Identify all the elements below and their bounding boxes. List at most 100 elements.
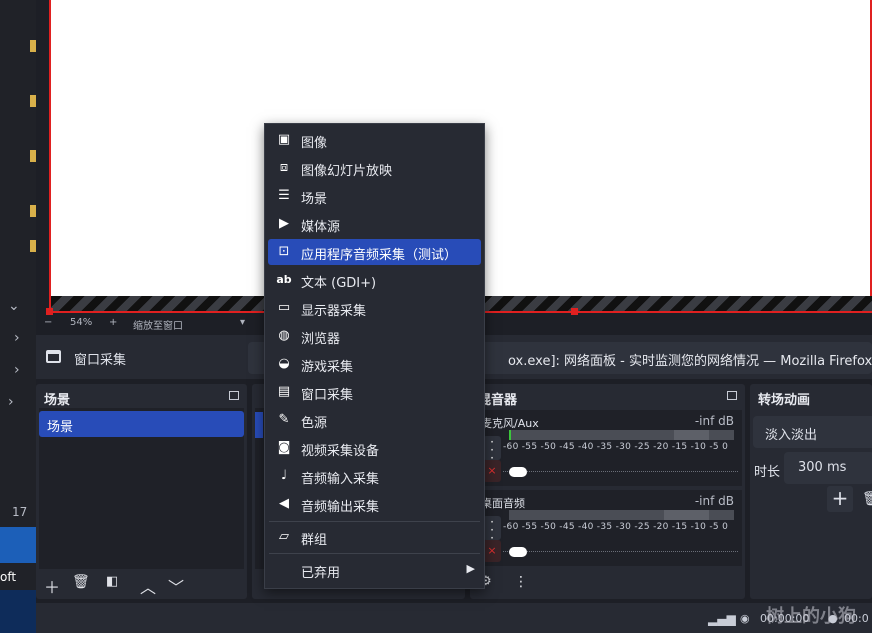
monitor-icon: ▭: [277, 300, 291, 315]
filter-icon[interactable]: ◧: [106, 574, 118, 589]
move-up-button[interactable]: ︿: [140, 574, 156, 598]
chevron-down-icon[interactable]: ▾: [240, 317, 245, 328]
transitions-dock: 转场动画 淡入淡出 时长 300 ms + 🗑: [750, 384, 872, 599]
menu-separator: [269, 521, 480, 522]
undock-icon[interactable]: [727, 391, 737, 400]
menu-item-browser[interactable]: ◍ 浏览器: [268, 323, 481, 349]
more-options-icon[interactable]: ⋮: [514, 574, 528, 590]
track-db: -inf dB: [694, 414, 734, 428]
menu-item-audio-input[interactable]: ♩ 音频输入采集: [268, 463, 481, 489]
scene-list: 场景: [39, 408, 244, 569]
menu-item-media-source[interactable]: ▶ 媒体源: [268, 211, 481, 237]
menu-item-image[interactable]: ▣ 图像: [268, 127, 481, 153]
source-item-selected[interactable]: [255, 412, 263, 438]
window-select-value: ox.exe]: 网络面板 - 实时监测您的网络情况 — Mozilla Fir…: [508, 354, 872, 369]
undock-icon[interactable]: [229, 391, 239, 400]
mixer-track-desktop: 桌面音频 -inf dB -60 -55 -50 -45 -40 -35 -30…: [473, 490, 742, 566]
zoom-in-button[interactable]: +: [109, 317, 117, 328]
transitions-title: 转场动画: [758, 393, 811, 408]
folder-icon: ▱: [279, 529, 289, 544]
status-bar: ▂▄▆ ◉ 00:00:00 ● 00:0: [36, 603, 872, 633]
trash-icon[interactable]: 🗑: [72, 574, 90, 590]
speaker-icon: ◀: [279, 496, 289, 511]
scenes-dock-title: 场景: [36, 384, 247, 408]
source-name: 窗口采集: [74, 353, 127, 368]
volume-slider[interactable]: [509, 467, 734, 477]
scenes-toolbar: ＋ 🗑 ◧ ︿ ﹀: [36, 569, 247, 599]
more-options-icon[interactable]: · · ·: [483, 436, 501, 464]
menu-item-scene[interactable]: ☰ 场景: [268, 183, 481, 209]
scene-item[interactable]: 场景: [39, 411, 244, 437]
chevron-down-icon[interactable]: ⌄: [8, 298, 20, 314]
desktop-left-strip: ⌄ › › › 17 oft: [0, 0, 36, 633]
play-icon: ▶: [279, 216, 289, 231]
menu-item-deprecated[interactable]: 已弃用 ▶: [268, 557, 481, 583]
menu-item-color-source[interactable]: ✎ 色源: [268, 407, 481, 433]
taskbar-app-icon[interactable]: [0, 590, 36, 633]
menu-item-app-audio[interactable]: ⊡ 应用程序音频采集（测试）: [268, 239, 481, 265]
menu-item-audio-output[interactable]: ◀ 音频输出采集: [268, 491, 481, 517]
track-db: -inf dB: [694, 494, 734, 508]
camera-icon: ◙: [277, 440, 291, 455]
menu-item-game-capture[interactable]: ◒ 游戏采集: [268, 351, 481, 377]
slider-knob[interactable]: [509, 467, 527, 477]
mixer-dock: 混音器 麦克风/Aux -inf dB -60 -55 -50 -45 -40 …: [470, 384, 745, 599]
menu-separator: [269, 553, 480, 554]
transition-select[interactable]: 淡入淡出: [753, 416, 872, 448]
volume-meter: [509, 510, 734, 520]
list-icon: ☰: [278, 188, 290, 203]
zoom-mode[interactable]: 缩放至窗口: [133, 317, 183, 332]
window-icon: [46, 350, 61, 363]
signal-icon: ▂▄▆: [708, 612, 736, 626]
app-audio-icon: ⊡: [278, 244, 290, 259]
volume-meter: [509, 430, 734, 440]
volume-slider[interactable]: [509, 547, 734, 557]
mute-icon[interactable]: ×: [483, 540, 501, 562]
move-down-button[interactable]: ﹀: [168, 574, 184, 598]
zoom-out-button[interactable]: −: [44, 317, 52, 328]
scenes-dock: 场景 场景 ＋ 🗑 ◧ ︿ ﹀: [36, 384, 247, 599]
more-options-icon[interactable]: · · ·: [483, 516, 501, 544]
window-icon: ▤: [277, 384, 291, 399]
left-number: 17: [12, 505, 28, 519]
menu-item-group[interactable]: ▱ 群组: [268, 524, 481, 550]
resize-handle[interactable]: [46, 308, 53, 315]
slideshow-icon: ⧈: [279, 160, 289, 175]
microphone-icon: ♩: [280, 468, 288, 483]
record-icon: ◉: [740, 612, 750, 625]
zoom-value: 54%: [70, 317, 93, 328]
menu-item-slideshow[interactable]: ⧈ 图像幻灯片放映: [268, 155, 481, 181]
left-label: oft: [0, 570, 17, 584]
globe-icon: ◍: [278, 328, 290, 343]
trash-icon[interactable]: 🗑: [862, 491, 872, 507]
taskbar-app-icon[interactable]: [0, 527, 36, 563]
menu-item-window-capture[interactable]: ▤ 窗口采集: [268, 379, 481, 405]
track-label: 麦克风/Aux: [481, 417, 539, 430]
mixer-toolbar: ⚙ ⋮: [470, 569, 745, 599]
gamepad-icon: ◒: [278, 356, 290, 371]
image-icon: ▣: [277, 132, 291, 147]
track-label: 桌面音频: [481, 497, 525, 510]
chevron-right-icon: ▶: [466, 562, 475, 575]
meter-ticks: -60 -55 -50 -45 -40 -35 -30 -25 -20 -15 …: [503, 522, 729, 532]
brush-icon: ✎: [278, 412, 290, 427]
text-icon: ab: [276, 273, 292, 286]
scenes-title: 场景: [44, 393, 71, 408]
watermark: 树上的小狗: [766, 606, 856, 627]
add-source-menu: ▣ 图像 ⧈ 图像幻灯片放映 ☰ 场景 ▶ 媒体源 ⊡ 应用程序音频采集（测试） ab 文本…: [264, 123, 485, 589]
chevron-right-icon[interactable]: ›: [14, 362, 20, 378]
slider-knob[interactable]: [509, 547, 527, 557]
add-transition-button[interactable]: +: [827, 486, 853, 512]
menu-item-display-capture[interactable]: ▭ 显示器采集: [268, 295, 481, 321]
mixer-dock-title: 混音器: [470, 384, 745, 408]
menu-item-video-capture[interactable]: ◙ 视频采集设备: [268, 435, 481, 461]
chevron-right-icon[interactable]: ›: [14, 330, 20, 346]
duration-label: 时长: [754, 465, 781, 480]
chevron-right-icon[interactable]: ›: [8, 394, 14, 410]
resize-handle[interactable]: [571, 308, 578, 315]
menu-item-text[interactable]: ab 文本 (GDI+): [268, 267, 481, 293]
meter-ticks: -60 -55 -50 -45 -40 -35 -30 -25 -20 -15 …: [503, 442, 729, 452]
mute-icon[interactable]: ×: [483, 460, 501, 482]
duration-input[interactable]: 300 ms: [784, 452, 872, 484]
add-scene-button[interactable]: ＋: [44, 574, 60, 598]
